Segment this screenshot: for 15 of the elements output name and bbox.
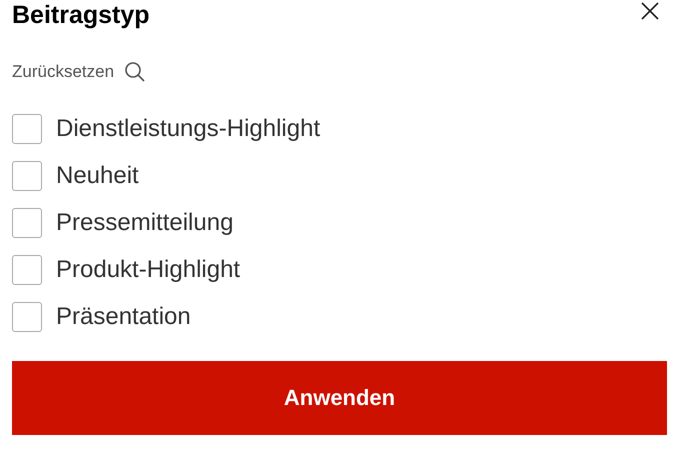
search-icon[interactable] [124,60,146,83]
apply-button[interactable]: Anwenden [12,360,667,434]
panel-title: Beitragstyp [12,0,150,28]
option-label[interactable]: Dienstleistungs-Highlight [56,110,320,146]
option-label[interactable]: Pressemitteilung [56,204,234,240]
reset-link[interactable]: Zurücksetzen [12,59,114,84]
option-label[interactable]: Produkt-Highlight [56,252,240,288]
checkbox[interactable] [12,302,42,332]
checkbox[interactable] [12,160,42,190]
option-label[interactable]: Präsentation [56,298,191,334]
option-label[interactable]: Neuheit [56,158,139,194]
checkbox[interactable] [12,114,42,144]
checkbox[interactable] [12,208,42,238]
close-button[interactable] [639,0,661,22]
checkbox[interactable] [12,254,42,284]
